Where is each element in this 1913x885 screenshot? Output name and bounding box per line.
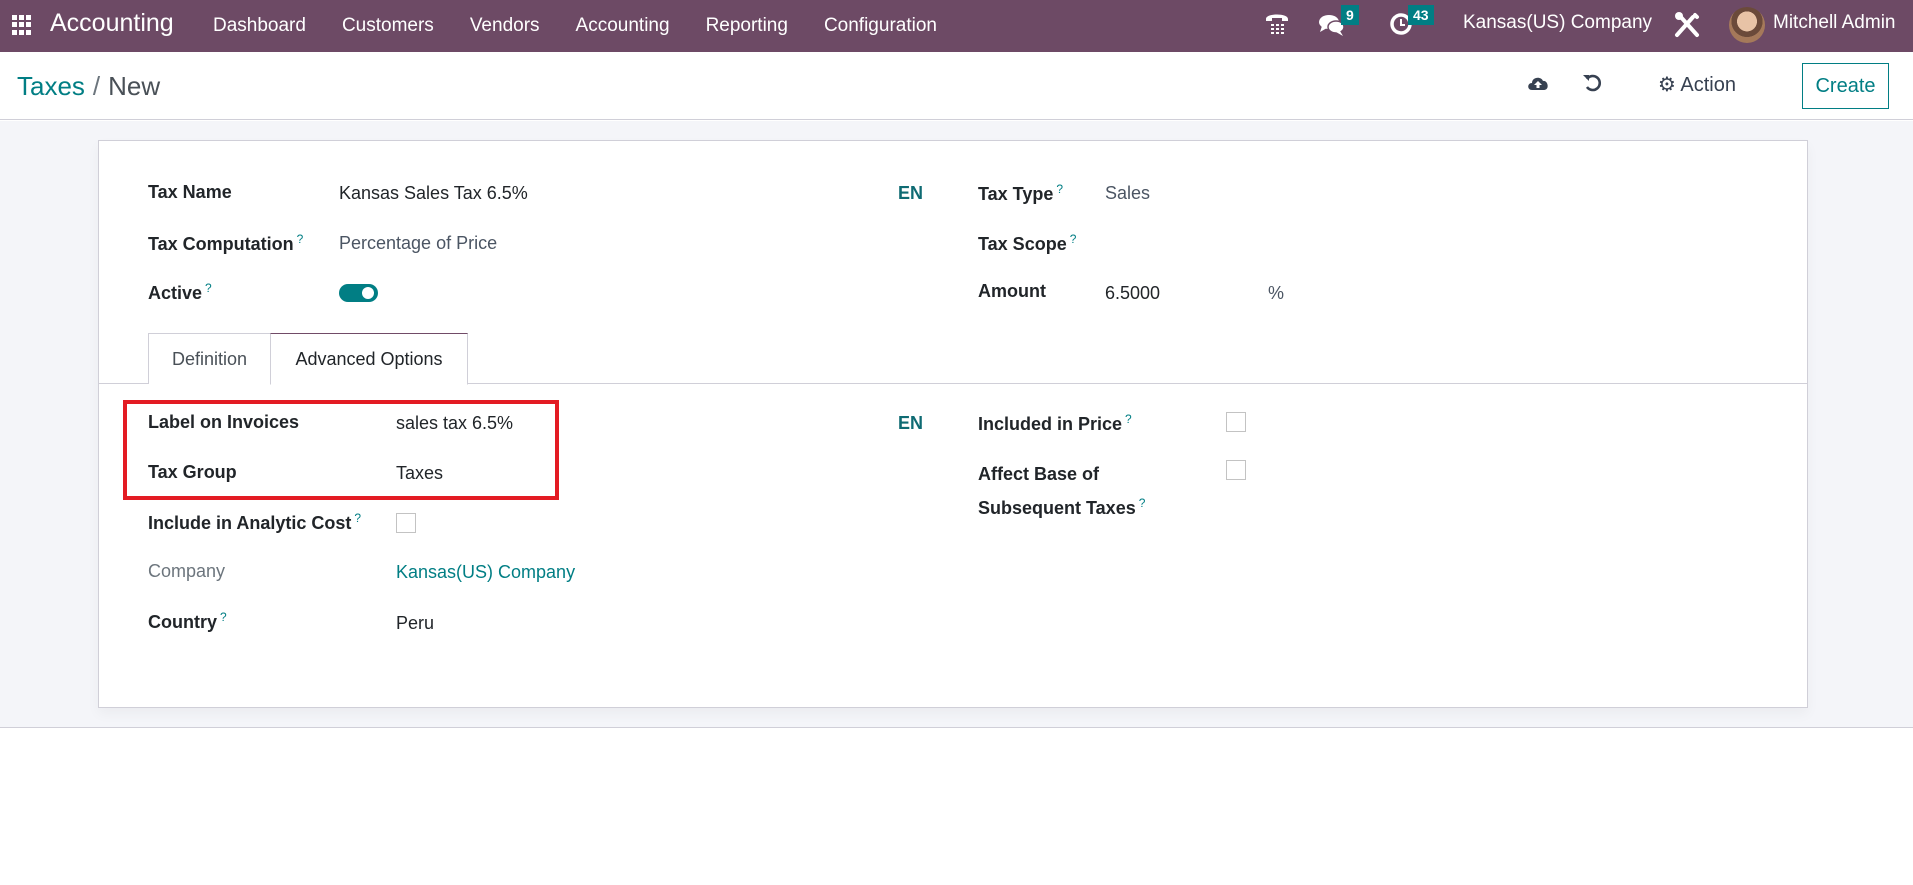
- company-field[interactable]: Kansas(US) Company: [396, 562, 575, 583]
- control-panel: Taxes / New ⚙ Action Create: [0, 52, 1913, 120]
- label-on-invoices-input[interactable]: sales tax 6.5%: [396, 413, 513, 434]
- tax-computation-label: Tax Computation?: [148, 232, 304, 254]
- company-switcher[interactable]: Kansas(US) Company: [1463, 12, 1652, 34]
- activities-count-badge: 43: [1408, 5, 1434, 25]
- tab-advanced-options[interactable]: Advanced Options: [270, 333, 468, 385]
- tax-name-input[interactable]: Kansas Sales Tax 6.5%: [339, 183, 528, 204]
- app-name[interactable]: Accounting: [50, 9, 174, 38]
- amount-unit: %: [1268, 283, 1285, 303]
- breadcrumb: Taxes / New: [17, 71, 160, 102]
- action-label: Action: [1680, 74, 1736, 96]
- help-tooltip-icon[interactable]: ?: [1125, 412, 1132, 426]
- breadcrumb-separator: /: [92, 71, 101, 101]
- label-on-invoices-label: Label on Invoices: [148, 412, 300, 432]
- help-tooltip-icon[interactable]: ?: [1139, 496, 1146, 510]
- amount-input[interactable]: 6.5000: [1105, 283, 1160, 304]
- phone-icon[interactable]: [1264, 10, 1290, 44]
- help-tooltip-icon[interactable]: ?: [220, 610, 227, 624]
- help-tooltip-icon[interactable]: ?: [297, 232, 304, 246]
- tools-icon[interactable]: [1673, 11, 1701, 45]
- translate-button[interactable]: EN: [898, 183, 923, 204]
- breadcrumb-current: New: [108, 71, 161, 101]
- cloud-upload-icon[interactable]: [1526, 72, 1550, 100]
- included-in-price-label: Included in Price?: [978, 412, 1132, 434]
- affect-base-checkbox[interactable]: [1226, 460, 1246, 480]
- country-label: Country?: [148, 610, 227, 632]
- gear-icon: ⚙: [1658, 74, 1676, 96]
- tax-scope-label: Tax Scope?: [978, 232, 1077, 254]
- menu-dashboard[interactable]: Dashboard: [213, 15, 306, 37]
- tax-computation-select[interactable]: Percentage of Price: [339, 233, 497, 254]
- translate-button[interactable]: EN: [898, 413, 923, 434]
- amount-label: Amount: [978, 281, 1046, 301]
- country-select[interactable]: Peru: [396, 613, 434, 634]
- form-sheet: Tax Name Kansas Sales Tax 6.5% Tax Compu…: [98, 140, 1808, 708]
- help-tooltip-icon[interactable]: ?: [354, 511, 361, 525]
- menu-vendors[interactable]: Vendors: [470, 15, 540, 37]
- menu-reporting[interactable]: Reporting: [706, 15, 788, 37]
- help-tooltip-icon[interactable]: ?: [1056, 182, 1063, 196]
- tax-name-label: Tax Name: [148, 182, 232, 202]
- menu-configuration[interactable]: Configuration: [824, 15, 937, 37]
- include-analytic-cost-label: Include in Analytic Cost?: [148, 511, 362, 533]
- included-in-price-checkbox[interactable]: [1226, 412, 1246, 432]
- top-navbar: Accounting Dashboard Customers Vendors A…: [0, 0, 1913, 52]
- messages-count-badge: 9: [1341, 5, 1359, 25]
- tab-definition[interactable]: Definition: [148, 333, 271, 384]
- tax-group-select[interactable]: Taxes: [396, 463, 443, 484]
- apps-grid-icon[interactable]: [12, 15, 32, 35]
- user-menu[interactable]: Mitchell Admin: [1773, 12, 1896, 34]
- help-tooltip-icon[interactable]: ?: [1070, 232, 1077, 246]
- help-tooltip-icon[interactable]: ?: [205, 281, 212, 295]
- action-menu-button[interactable]: ⚙ Action: [1658, 72, 1736, 97]
- tax-type-select[interactable]: Sales: [1105, 183, 1150, 204]
- company-label: Company: [148, 561, 226, 581]
- undo-icon[interactable]: [1582, 72, 1604, 100]
- tax-scope-select[interactable]: [1105, 233, 1405, 257]
- affect-base-label: Affect Base of Subsequent Taxes?: [978, 464, 1146, 518]
- include-analytic-cost-checkbox[interactable]: [396, 513, 416, 533]
- tax-group-label: Tax Group: [148, 462, 237, 482]
- create-button[interactable]: Create: [1802, 63, 1889, 109]
- breadcrumb-taxes[interactable]: Taxes: [17, 71, 85, 101]
- menu-accounting[interactable]: Accounting: [576, 15, 670, 37]
- user-avatar[interactable]: [1729, 7, 1765, 43]
- main-menu: Dashboard Customers Vendors Accounting R…: [213, 0, 973, 52]
- active-toggle[interactable]: [339, 284, 378, 302]
- menu-customers[interactable]: Customers: [342, 15, 434, 37]
- tax-type-label: Tax Type?: [978, 182, 1064, 204]
- active-label: Active?: [148, 281, 212, 303]
